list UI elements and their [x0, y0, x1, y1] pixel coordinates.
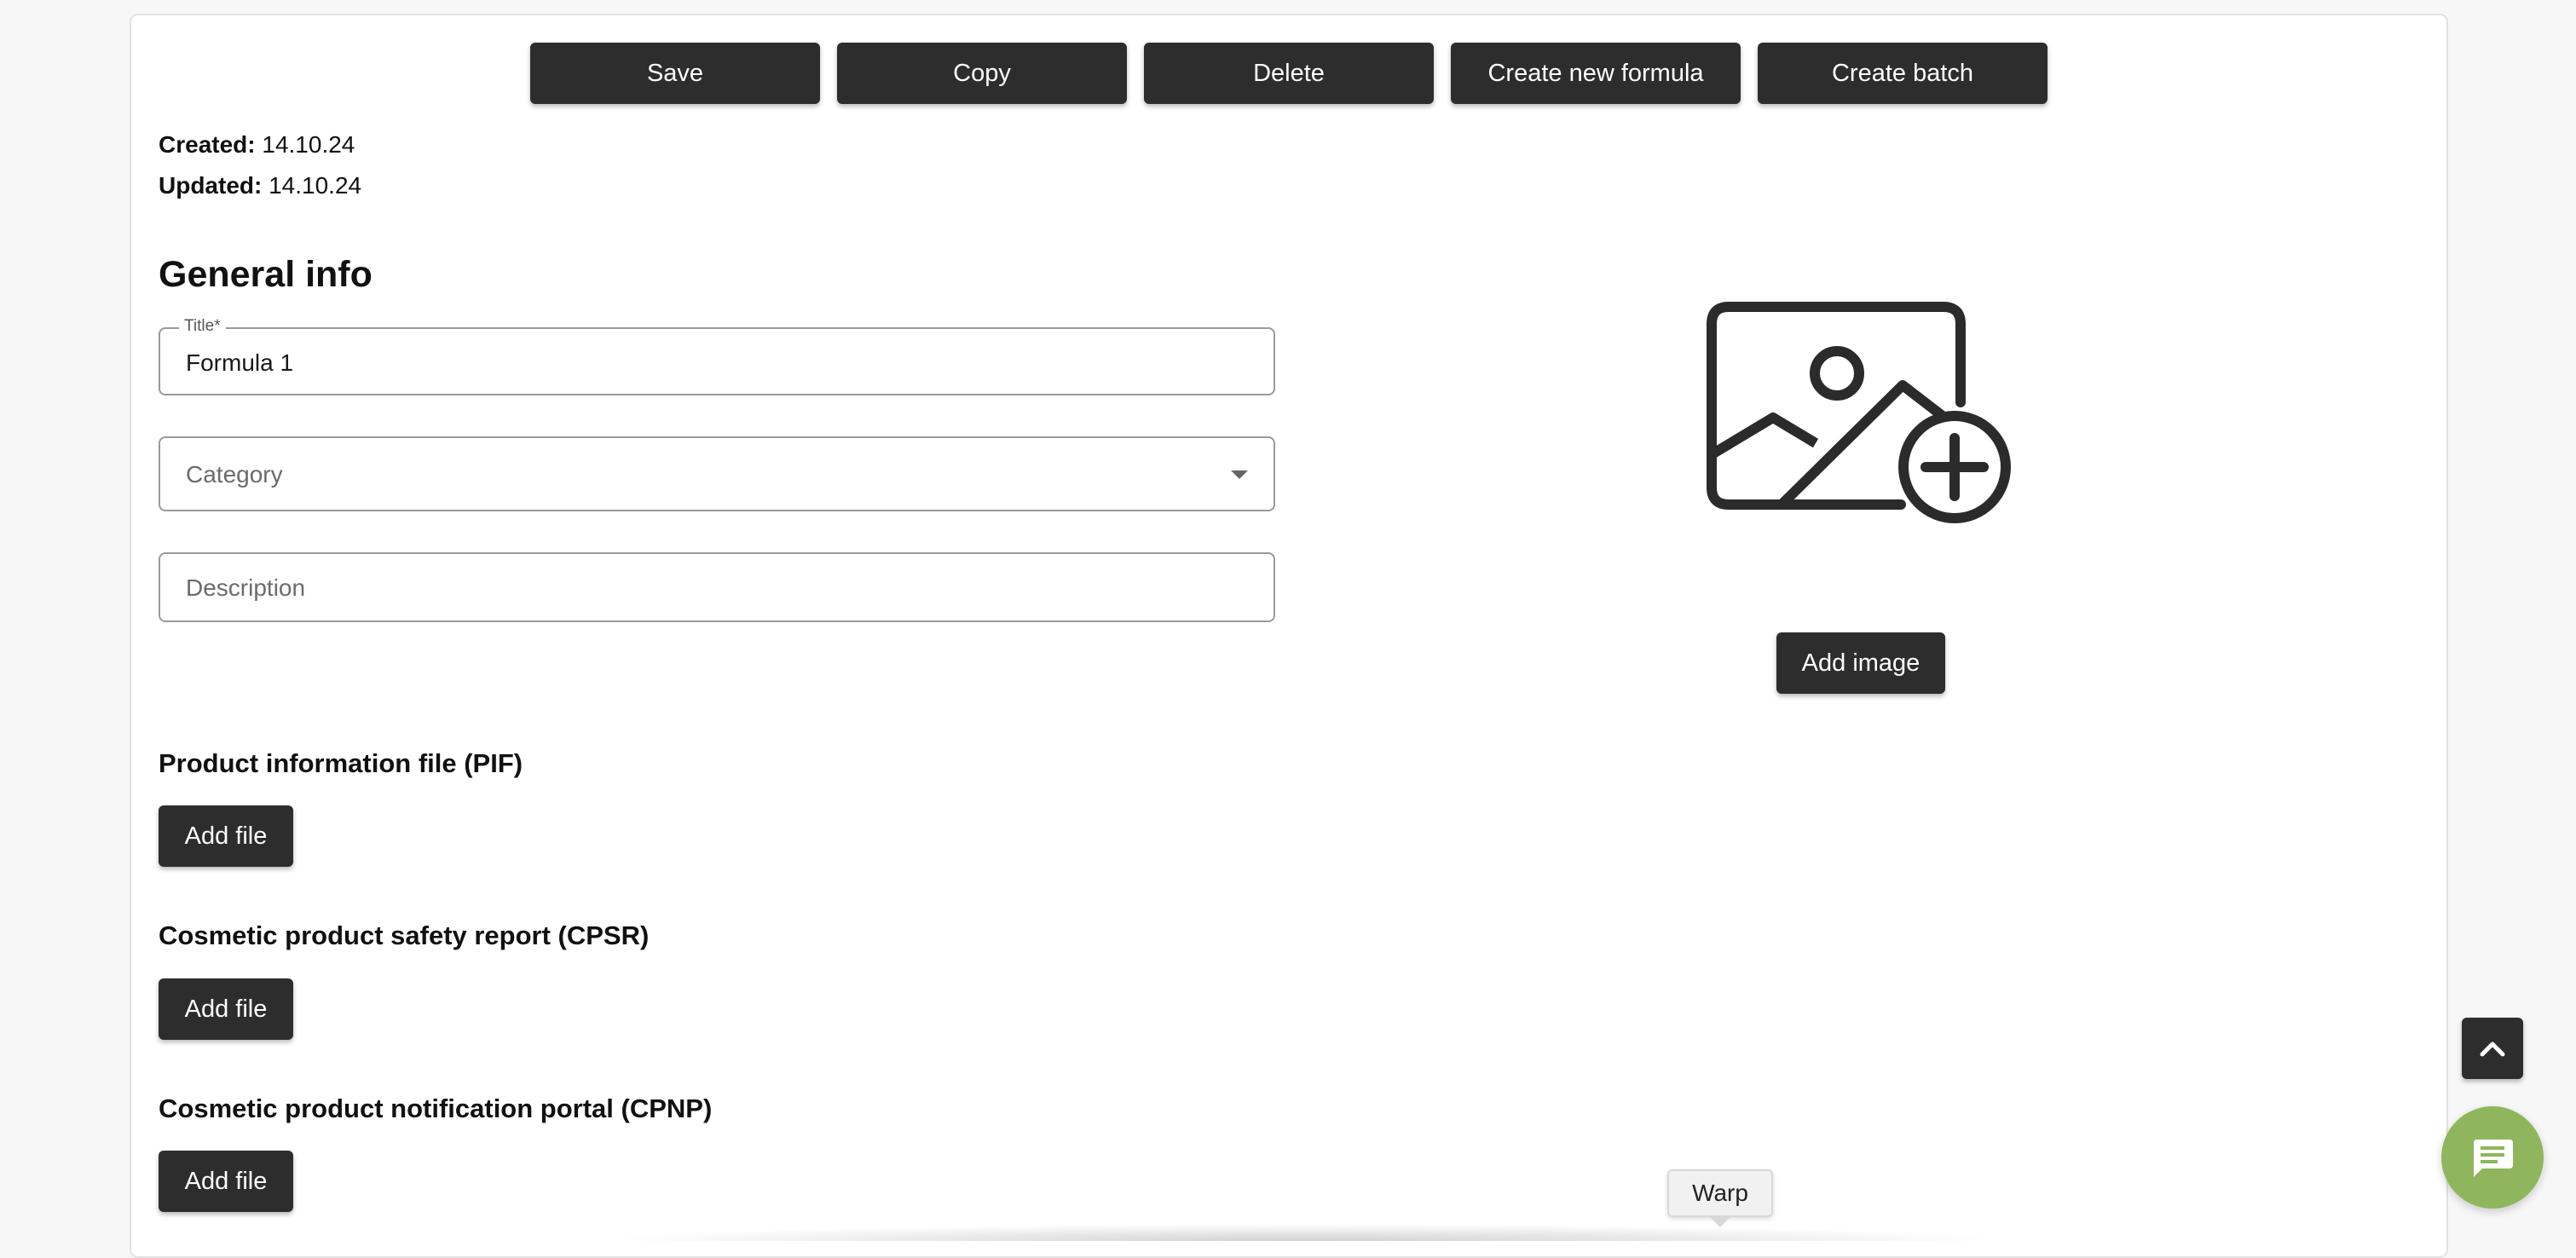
title-field-value[interactable]: Formula 1: [186, 349, 293, 377]
add-photo-icon[interactable]: [1705, 300, 2017, 530]
title-field[interactable]: Title* Formula 1: [159, 317, 1275, 395]
delete-button[interactable]: Delete: [1144, 43, 1434, 104]
category-select[interactable]: Category: [159, 436, 1275, 511]
chat-button[interactable]: [2441, 1106, 2544, 1209]
warp-tooltip: Warp: [1667, 1169, 1773, 1217]
created-date: Created: 14.10.24: [159, 131, 355, 159]
updated-value: 14.10.24: [269, 172, 362, 199]
category-placeholder: Category: [186, 461, 283, 488]
save-button[interactable]: Save: [530, 43, 820, 104]
description-field[interactable]: Description: [159, 552, 1275, 622]
cpnp-label: Cosmetic product notification portal (CP…: [159, 1094, 713, 1123]
description-placeholder: Description: [186, 574, 306, 601]
cpnp-add-file-button[interactable]: Add file: [159, 1151, 293, 1212]
pif-add-file-button[interactable]: Add file: [159, 805, 293, 867]
chevron-down-icon[interactable]: [1231, 470, 1248, 479]
add-image-button[interactable]: Add image: [1776, 632, 1945, 694]
pif-label: Product information file (PIF): [159, 748, 523, 778]
copy-button[interactable]: Copy: [837, 43, 1127, 104]
create-batch-button[interactable]: Create batch: [1758, 43, 2048, 104]
created-label: Created:: [159, 131, 256, 158]
created-value: 14.10.24: [262, 131, 355, 158]
updated-label: Updated:: [159, 172, 263, 199]
create-new-formula-button[interactable]: Create new formula: [1451, 43, 1741, 104]
tooltip-arrow: [1708, 1215, 1732, 1227]
dock-shadow: [597, 1224, 2012, 1241]
scroll-to-top-button[interactable]: [2462, 1018, 2523, 1079]
general-info-heading: General info: [159, 254, 373, 295]
chat-icon: [2474, 1140, 2513, 1177]
cpsr-label: Cosmetic product safety report (CPSR): [159, 920, 650, 950]
updated-date: Updated: 14.10.24: [159, 172, 361, 199]
chevron-up-icon: [2480, 1042, 2505, 1057]
cpsr-add-file-button[interactable]: Add file: [159, 978, 293, 1040]
title-field-label: Title*: [179, 317, 226, 336]
formula-card: [130, 14, 2448, 1258]
